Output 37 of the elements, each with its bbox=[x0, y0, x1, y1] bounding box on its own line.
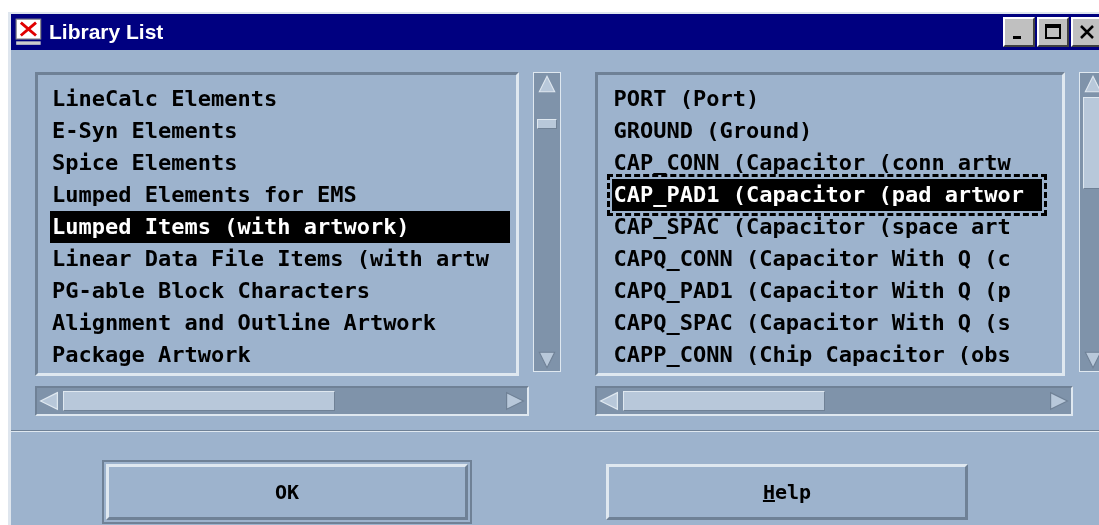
list-item[interactable]: PORT (Port) bbox=[611, 83, 1042, 115]
list-item[interactable]: Alignment and Outline Artwork bbox=[50, 307, 510, 339]
maximize-button[interactable] bbox=[1037, 17, 1069, 47]
close-button[interactable] bbox=[1071, 17, 1099, 47]
vertical-scrollbar[interactable] bbox=[533, 72, 561, 372]
list-item[interactable]: Linear Data File Items (with artw bbox=[50, 243, 510, 275]
app-icon bbox=[15, 18, 43, 46]
list-item[interactable]: CAP_CONN (Capacitor (conn artw bbox=[611, 147, 1042, 179]
dialog-button[interactable]: Help bbox=[606, 464, 968, 520]
list-item[interactable]: Lumped Items (with artwork) bbox=[50, 211, 510, 243]
scroll-thumb[interactable] bbox=[622, 391, 825, 411]
list-item[interactable]: CAP_SPAC (Capacitor (space art bbox=[611, 211, 1042, 243]
scroll-down-icon[interactable] bbox=[536, 349, 558, 371]
list-item[interactable]: E-Syn Elements bbox=[50, 115, 510, 147]
vertical-scrollbar[interactable] bbox=[1078, 72, 1099, 372]
minimize-icon bbox=[1013, 36, 1021, 39]
scroll-thumb[interactable] bbox=[1082, 97, 1099, 189]
scroll-left-icon[interactable] bbox=[37, 389, 61, 413]
list-item[interactable]: Package Artwork bbox=[50, 339, 510, 371]
list-item[interactable]: Spice Elements bbox=[50, 147, 510, 179]
list-item[interactable]: CAPQ_PAD1 (Capacitor With Q (p bbox=[611, 275, 1042, 307]
minimize-button[interactable] bbox=[1003, 17, 1035, 47]
list-item[interactable]: CAPQ_CONN (Capacitor With Q (c bbox=[611, 243, 1042, 275]
scroll-thumb[interactable] bbox=[537, 119, 557, 129]
list-item[interactable]: GROUND (Ground) bbox=[611, 115, 1042, 147]
list-item[interactable]: CAPQ_SPAC (Capacitor With Q (s bbox=[611, 307, 1042, 339]
scroll-thumb[interactable] bbox=[63, 391, 335, 411]
horizontal-scrollbar[interactable] bbox=[35, 386, 529, 416]
horizontal-scrollbar[interactable] bbox=[594, 386, 1073, 416]
maximize-icon bbox=[1043, 22, 1063, 42]
list-item[interactable]: Lumped Elements for EMS bbox=[50, 179, 510, 211]
window-title: Library List bbox=[49, 20, 164, 44]
scroll-up-icon[interactable] bbox=[536, 73, 558, 95]
list-item[interactable]: PG-able Block Characters bbox=[50, 275, 510, 307]
list-item[interactable]: LineCalc Elements bbox=[50, 83, 510, 115]
scroll-right-icon[interactable] bbox=[503, 389, 527, 413]
list-item[interactable]: CAPP_CONN (Chip Capacitor (obs bbox=[611, 339, 1042, 371]
